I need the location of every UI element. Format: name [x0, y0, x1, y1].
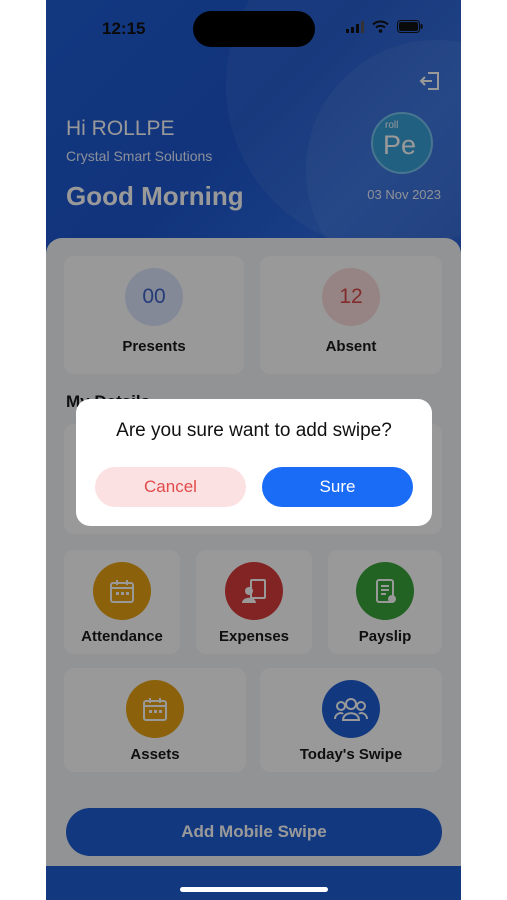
- dialog-question: Are you sure want to add swipe?: [116, 420, 392, 441]
- home-indicator[interactable]: [180, 887, 328, 892]
- sure-button[interactable]: Sure: [262, 467, 413, 507]
- confirm-dialog: Are you sure want to add swipe? Cancel S…: [76, 399, 432, 526]
- phone-screen: 12:15 Hi ROLLPE Crystal Smart Solutions …: [46, 0, 461, 900]
- cancel-button[interactable]: Cancel: [95, 467, 246, 507]
